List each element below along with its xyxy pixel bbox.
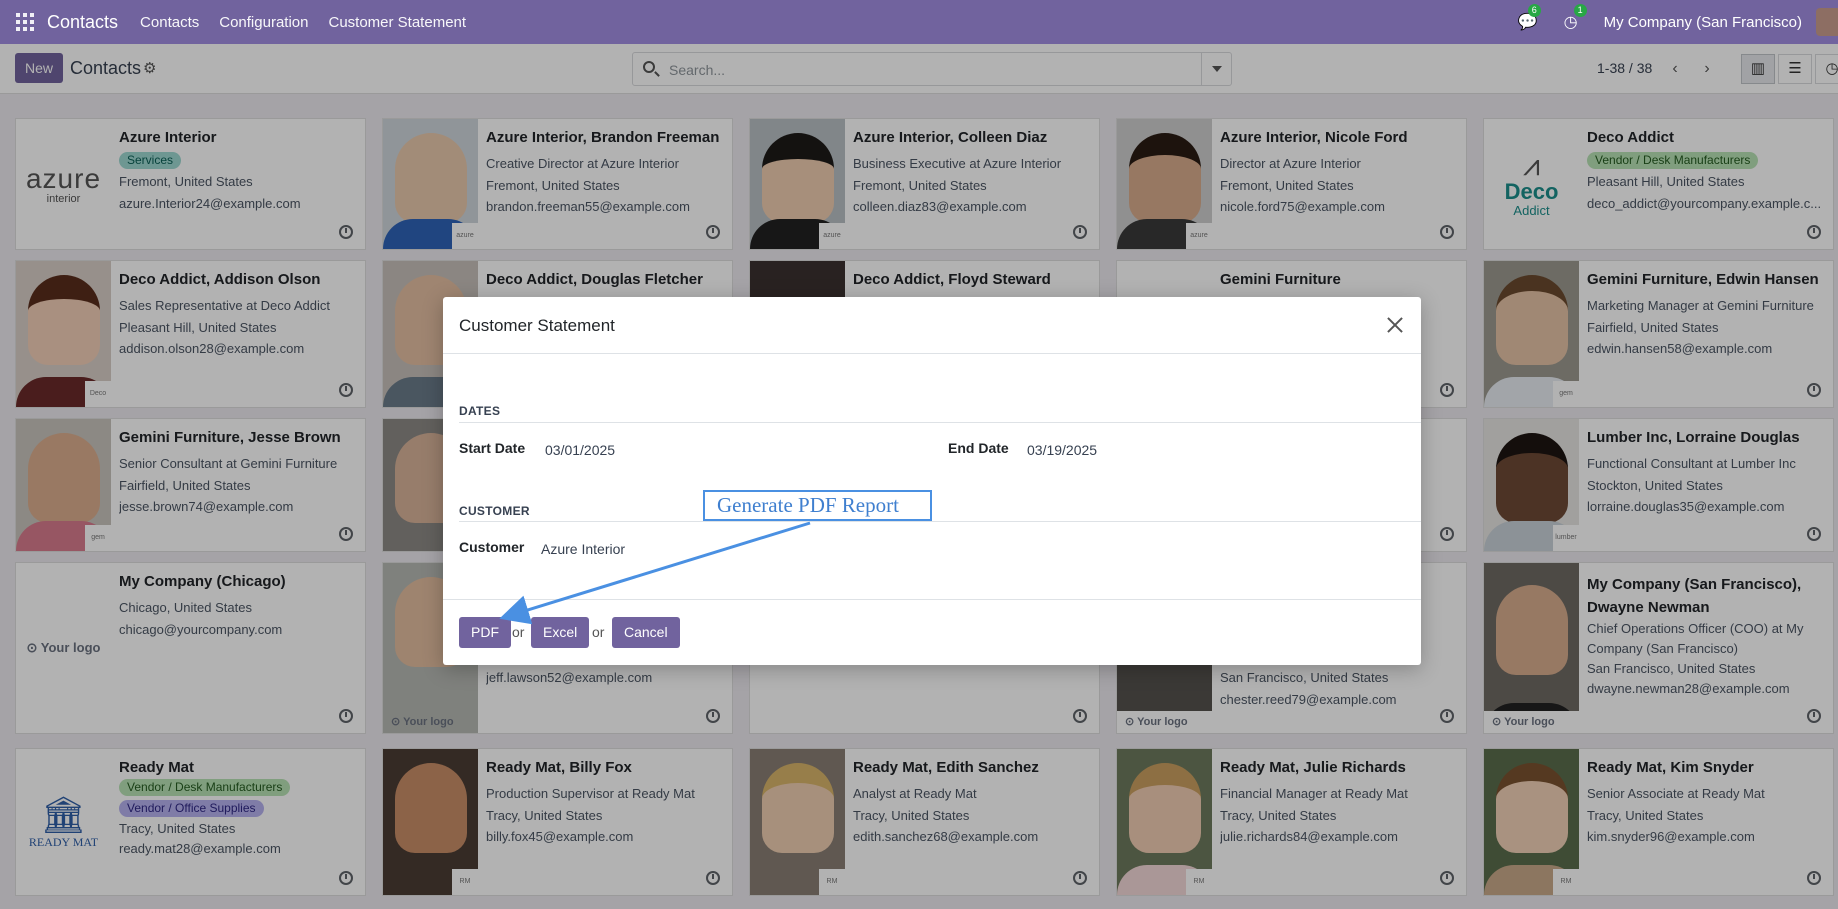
end-date-field[interactable]: 03/19/2025	[1027, 442, 1097, 458]
annotation-callout: Generate PDF Report	[703, 490, 932, 521]
top-navbar: Contacts Contacts Configuration Customer…	[0, 0, 1838, 44]
customer-section-title: CUSTOMER	[459, 504, 530, 518]
or-separator: or	[592, 624, 605, 640]
customer-field[interactable]: Azure Interior	[541, 541, 625, 557]
chat-badge: 6	[1527, 4, 1541, 17]
activity-badge: 1	[1573, 4, 1587, 17]
close-icon[interactable]	[1383, 313, 1407, 337]
pdf-button[interactable]: PDF	[459, 617, 511, 648]
menu-contacts[interactable]: Contacts	[140, 14, 199, 31]
customer-label: Customer	[459, 539, 525, 555]
dialog-title: Customer Statement	[459, 316, 615, 335]
user-avatar[interactable]	[1816, 8, 1838, 36]
start-date-label: Start Date	[459, 440, 526, 456]
dialog-header: Customer Statement	[443, 297, 1421, 354]
excel-button[interactable]: Excel	[531, 617, 590, 648]
divider	[459, 422, 1421, 423]
activity-icon[interactable]: ◷ 1	[1564, 4, 1587, 32]
customer-statement-dialog: Customer Statement DATES Start Date 03/0…	[443, 297, 1421, 665]
apps-menu-icon[interactable]	[16, 13, 34, 31]
or-separator: or	[512, 624, 525, 640]
menu-customer-statement[interactable]: Customer Statement	[328, 14, 466, 31]
dates-section-title: DATES	[459, 404, 501, 418]
menu-configuration[interactable]: Configuration	[219, 14, 308, 31]
app-brand[interactable]: Contacts	[47, 12, 118, 33]
end-date-label: End Date	[948, 440, 1009, 456]
divider	[459, 521, 1421, 522]
company-switcher[interactable]: My Company (San Francisco)	[1604, 14, 1802, 31]
start-date-field[interactable]: 03/01/2025	[545, 442, 615, 458]
chat-icon[interactable]: 💬 6	[1518, 4, 1541, 32]
dialog-footer: PDF or Excel or Cancel	[443, 599, 1421, 665]
cancel-button[interactable]: Cancel	[612, 617, 680, 648]
